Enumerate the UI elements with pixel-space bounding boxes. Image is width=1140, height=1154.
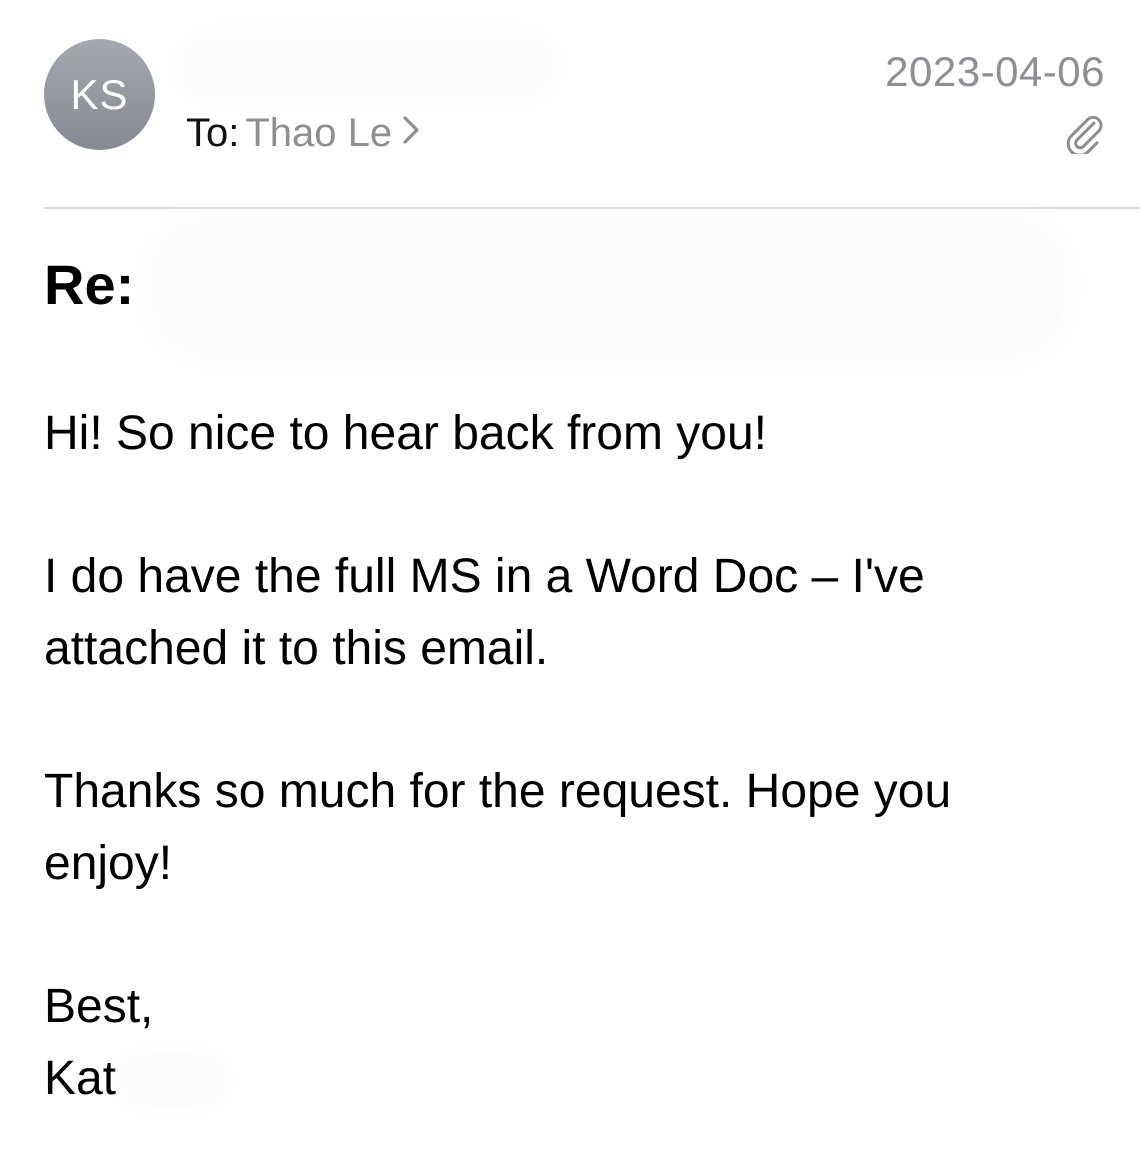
recipient-name[interactable]: Thao Le <box>245 111 392 155</box>
sender-name-redacted <box>178 34 556 100</box>
body-greeting: Hi! So nice to hear back from you! <box>44 407 767 460</box>
email-date: 2023-04-06 <box>885 48 1105 95</box>
paperclip-icon[interactable] <box>1064 112 1104 157</box>
to-label: To: <box>186 111 240 155</box>
subject-redacted <box>150 215 1070 360</box>
body-paragraph: I do have the full MS in a Word Doc – I'… <box>44 550 925 675</box>
body-paragraph: Thanks so much for the request. Hope you… <box>44 765 952 890</box>
header-divider <box>44 207 1140 209</box>
recipient-line[interactable]: To: Thao Le <box>186 108 420 160</box>
signature-redacted <box>120 1052 225 1108</box>
email-body: Hi! So nice to hear back from you! I do … <box>44 398 1114 1115</box>
avatar-initials: KS <box>70 70 129 118</box>
sender-avatar[interactable]: KS <box>44 39 155 150</box>
email-subject: Re: <box>44 253 135 316</box>
body-sign-off: Best, <box>44 980 154 1033</box>
chevron-right-icon <box>402 107 420 157</box>
